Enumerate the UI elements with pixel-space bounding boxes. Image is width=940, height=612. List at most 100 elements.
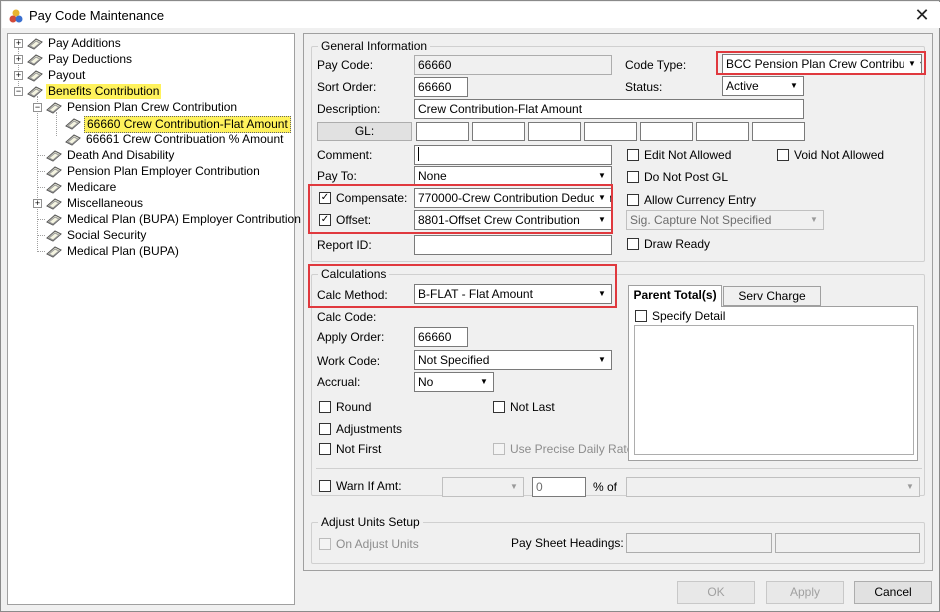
tree-item-benefits-contribution[interactable]: − Benefits Contribution xyxy=(12,84,292,99)
tree-item-pension-plan-employer[interactable]: Pension Plan Employer Contribution xyxy=(40,164,292,179)
do-not-post-gl-checkbox[interactable] xyxy=(627,171,639,183)
gl-segment-4[interactable] xyxy=(584,122,637,141)
gl-segment-2[interactable] xyxy=(472,122,525,141)
chevron-down-icon[interactable]: ▼ xyxy=(902,479,918,495)
tree-item-label: Death And Disability xyxy=(67,148,175,162)
specify-detail-checkbox[interactable] xyxy=(635,310,647,322)
chevron-down-icon[interactable]: ▼ xyxy=(476,374,492,390)
tree-item-label: Miscellaneous xyxy=(67,196,144,210)
gl-segment-5[interactable] xyxy=(640,122,693,141)
on-adjust-units-checkbox[interactable] xyxy=(319,538,331,550)
gl-segment-1[interactable] xyxy=(416,122,469,141)
tab-parent-totals[interactable]: Parent Total(s) xyxy=(628,285,722,307)
comment-label: Comment: xyxy=(317,148,373,162)
allow-currency-entry-checkbox[interactable] xyxy=(627,194,639,206)
general-information-title: General Information xyxy=(318,39,431,53)
pay-sheet-heading-2[interactable] xyxy=(775,533,920,553)
warn-amount-field[interactable]: 0 xyxy=(532,477,586,497)
tree-item-label: Pay Deductions xyxy=(48,52,133,66)
pay-code-tree[interactable]: + Pay Additions + Pay Deductions + Payou… xyxy=(7,33,301,605)
pay-to-value: None xyxy=(418,169,447,183)
accrual-select[interactable]: No ▼ xyxy=(414,372,494,392)
tree-item-pension-plan-crew[interactable]: − Pension Plan Crew Contribution xyxy=(30,100,292,115)
tree-item-medical-plan-employer[interactable]: Medical Plan (BUPA) Employer Contributio… xyxy=(40,212,301,227)
collapse-icon[interactable]: − xyxy=(33,103,42,112)
chevron-down-icon[interactable]: ▼ xyxy=(594,168,610,184)
warn-if-amt-checkbox[interactable] xyxy=(319,480,331,492)
expand-icon[interactable]: + xyxy=(33,199,42,208)
text-cursor xyxy=(418,147,419,161)
accrual-value: No xyxy=(418,375,434,389)
chevron-down-icon[interactable]: ▼ xyxy=(806,212,822,228)
use-precise-daily-rate-checkbox[interactable] xyxy=(493,443,505,455)
void-not-allowed-label: Void Not Allowed xyxy=(794,148,885,162)
tree-item-payout[interactable]: + Payout xyxy=(12,68,292,83)
adjustments-checkbox[interactable] xyxy=(319,423,331,435)
chevron-down-icon[interactable]: ▼ xyxy=(594,352,610,368)
tree-item-medicare[interactable]: Medicare xyxy=(40,180,292,195)
status-value: Active xyxy=(726,79,759,93)
sort-order-field[interactable]: 66660 xyxy=(414,77,468,97)
chevron-down-icon[interactable]: ▼ xyxy=(786,78,802,94)
tree-item-social-security[interactable]: Social Security xyxy=(40,228,292,243)
not-last-label: Not Last xyxy=(510,400,555,414)
apply-button[interactable]: Apply xyxy=(766,581,844,604)
comment-field[interactable] xyxy=(414,145,612,165)
status-label: Status: xyxy=(625,80,663,94)
cash-icon xyxy=(46,166,62,178)
expand-icon[interactable]: + xyxy=(14,39,23,48)
report-id-field[interactable] xyxy=(414,235,612,255)
highlight-code-type xyxy=(716,51,926,75)
pay-to-select[interactable]: None ▼ xyxy=(414,166,612,186)
tree-item-pay-deductions[interactable]: + Pay Deductions xyxy=(12,52,292,67)
ok-button[interactable]: OK xyxy=(677,581,755,604)
percent-of-label: % of xyxy=(593,480,618,494)
description-field[interactable]: Crew Contribution-Flat Amount xyxy=(414,99,804,119)
collapse-icon[interactable]: − xyxy=(14,87,23,96)
cancel-button[interactable]: Cancel xyxy=(854,581,932,604)
work-code-select[interactable]: Not Specified ▼ xyxy=(414,350,612,370)
warn-condition-select[interactable]: ▼ xyxy=(442,477,524,497)
edit-not-allowed-label: Edit Not Allowed xyxy=(644,148,732,162)
cash-icon xyxy=(65,118,81,130)
void-not-allowed-checkbox[interactable] xyxy=(777,149,789,161)
parent-totals-list[interactable] xyxy=(634,325,914,455)
calc-code-label: Calc Code: xyxy=(317,310,377,324)
percent-of-select[interactable]: ▼ xyxy=(626,477,920,497)
not-first-checkbox[interactable] xyxy=(319,443,331,455)
pay-code-field[interactable]: 66660 xyxy=(414,55,612,75)
accrual-label: Accrual: xyxy=(317,375,361,389)
gl-segment-6[interactable] xyxy=(696,122,749,141)
gl-segment-3[interactable] xyxy=(528,122,581,141)
close-icon[interactable]: ✕ xyxy=(906,3,938,27)
allow-currency-entry-label: Allow Currency Entry xyxy=(644,193,757,207)
expand-icon[interactable]: + xyxy=(14,71,23,80)
status-select[interactable]: Active ▼ xyxy=(722,76,804,96)
separator xyxy=(316,468,922,469)
pay-sheet-heading-1[interactable] xyxy=(626,533,772,553)
tree-item-66660[interactable]: 66660 Crew Contribution-Flat Amount xyxy=(58,116,292,133)
sig-capture-select[interactable]: Sig. Capture Not Specified ▼ xyxy=(626,210,824,230)
on-adjust-units-label: On Adjust Units xyxy=(336,537,419,551)
warn-if-amt-label: Warn If Amt: xyxy=(336,479,402,493)
tree-item-miscellaneous[interactable]: + Miscellaneous xyxy=(30,196,292,211)
tree-item-medical-plan[interactable]: Medical Plan (BUPA) xyxy=(40,244,292,259)
gl-button[interactable]: GL: xyxy=(317,122,412,141)
edit-not-allowed-checkbox[interactable] xyxy=(627,149,639,161)
expand-icon[interactable]: + xyxy=(14,55,23,64)
tree-item-66661[interactable]: 66661 Crew Contribuation % Amount xyxy=(58,132,292,147)
tree-guide-line xyxy=(37,96,38,252)
gl-segment-7[interactable] xyxy=(752,122,805,141)
tree-item-pay-additions[interactable]: + Pay Additions xyxy=(12,36,292,51)
round-checkbox[interactable] xyxy=(319,401,331,413)
cash-icon xyxy=(46,182,62,194)
tree-item-death-and-disability[interactable]: Death And Disability xyxy=(40,148,292,163)
not-first-label: Not First xyxy=(336,442,382,456)
chevron-down-icon[interactable]: ▼ xyxy=(506,479,522,495)
pay-code-label: Pay Code: xyxy=(317,58,374,72)
tab-serv-charge-pools[interactable]: Serv Charge Pools xyxy=(723,286,821,321)
window-title: Pay Code Maintenance xyxy=(29,8,165,23)
apply-order-field[interactable]: 66660 xyxy=(414,327,468,347)
draw-ready-checkbox[interactable] xyxy=(627,238,639,250)
not-last-checkbox[interactable] xyxy=(493,401,505,413)
